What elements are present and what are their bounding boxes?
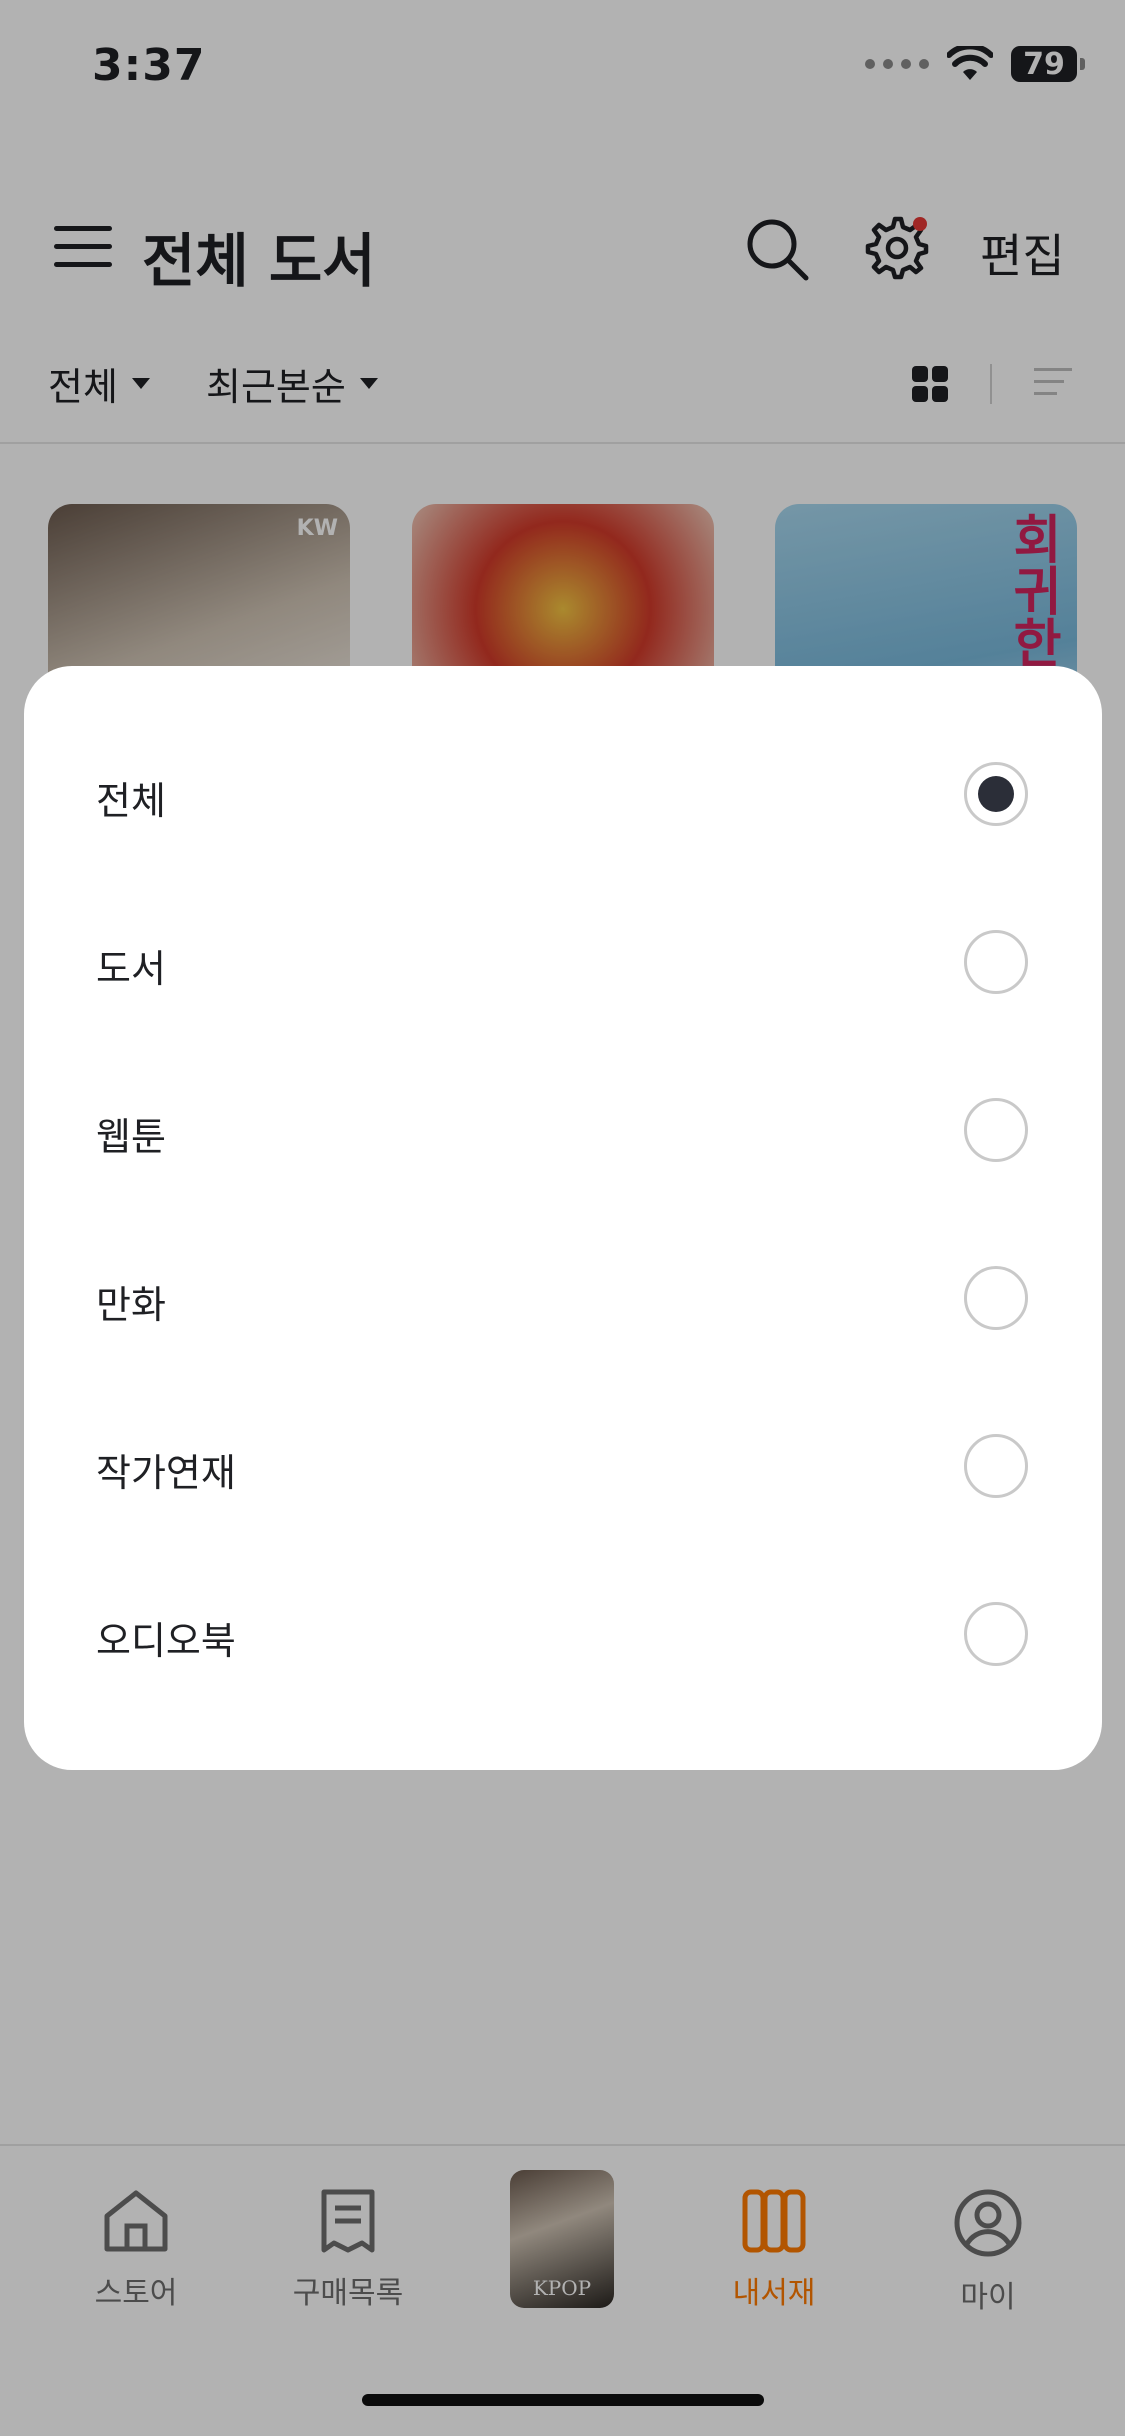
radio-button[interactable] (964, 1098, 1028, 1162)
filter-option-books[interactable]: 도서 (24, 880, 1102, 1048)
filter-option-webtoon[interactable]: 웹툰 (24, 1048, 1102, 1216)
radio-button[interactable] (964, 930, 1028, 994)
filter-option-comics[interactable]: 만화 (24, 1216, 1102, 1384)
option-label: 도서 (96, 947, 166, 991)
radio-button[interactable] (964, 1602, 1028, 1666)
radio-button[interactable] (964, 1266, 1028, 1330)
filter-option-audiobook[interactable]: 오디오북 (24, 1552, 1102, 1720)
radio-button[interactable] (964, 1434, 1028, 1498)
option-label: 만화 (96, 1283, 166, 1327)
option-label: 작가연재 (96, 1451, 236, 1495)
filter-option-all[interactable]: 전체 (24, 712, 1102, 880)
option-label: 오디오북 (96, 1619, 236, 1663)
option-label: 웹툰 (96, 1115, 166, 1159)
filter-option-author-serial[interactable]: 작가연재 (24, 1384, 1102, 1552)
option-label: 전체 (96, 779, 166, 823)
type-filter-sheet: 전체 도서 웹툰 만화 작가연재 오디오북 (24, 666, 1102, 1770)
radio-button-selected[interactable] (964, 762, 1028, 826)
